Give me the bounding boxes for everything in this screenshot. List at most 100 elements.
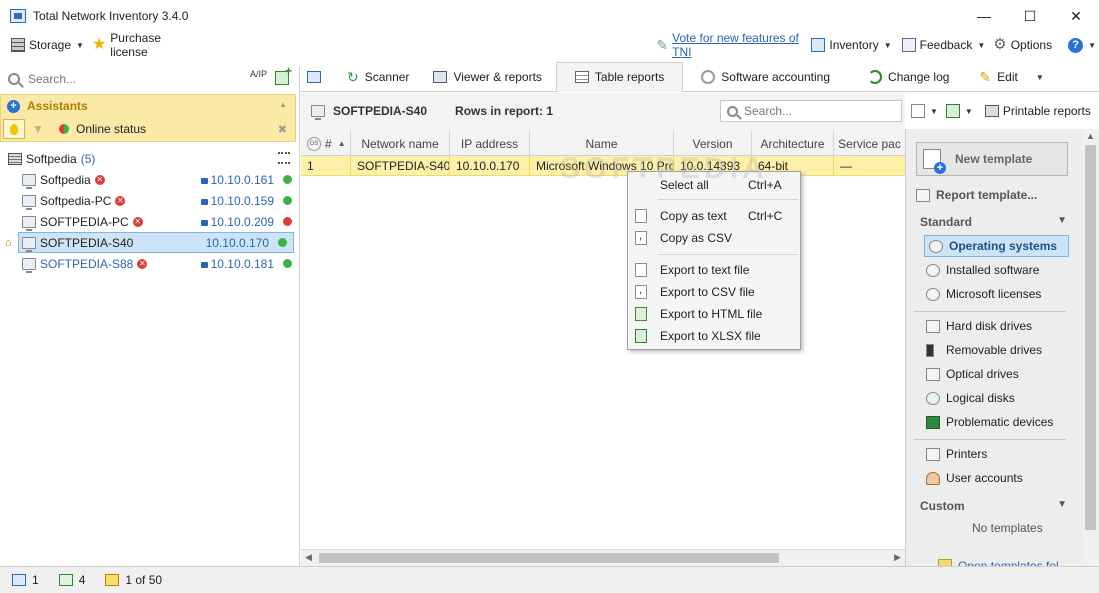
search-icon — [8, 73, 20, 85]
scrollbar-thumb[interactable] — [319, 553, 779, 563]
software-disc-icon — [926, 263, 940, 277]
template-removable-drives[interactable]: Removable drives — [926, 339, 1042, 361]
minimize-button[interactable]: — — [961, 0, 1007, 32]
text-file-icon — [635, 209, 647, 223]
csv-icon — [635, 230, 647, 245]
template-icon — [916, 188, 930, 202]
tab-scanner[interactable]: ↻ Scanner — [337, 63, 419, 91]
template-installed-software[interactable]: Installed software — [926, 259, 1039, 281]
tree-options-icon[interactable] — [278, 152, 290, 164]
close-button[interactable]: ✕ — [1053, 0, 1099, 32]
scroll-up-icon[interactable]: ▲ — [1086, 131, 1095, 141]
column-header-service-pack[interactable]: Service pac — [834, 131, 905, 156]
feedback-menu[interactable]: Feedback ▼ — [899, 34, 989, 56]
tree-node[interactable]: Softpedia-PC ✕ 10.10.0.159 — [0, 190, 300, 211]
computer-icon — [22, 257, 36, 273]
chevron-down-icon: ▼ — [883, 40, 892, 50]
template-microsoft-licenses[interactable]: Microsoft licenses — [926, 283, 1041, 305]
template-printers[interactable]: Printers — [926, 443, 987, 465]
template-user-accounts[interactable]: User accounts — [926, 467, 1023, 489]
report-template-button[interactable]: Report template... — [916, 184, 1037, 206]
collapse-triangle-icon[interactable]: ▼ — [1057, 499, 1067, 510]
tab-viewer-reports[interactable]: Viewer & reports — [423, 63, 551, 91]
tab-edit[interactable]: ✎ Edit ▼ — [969, 63, 1053, 91]
feather-icon: ✎ — [656, 36, 669, 53]
assistants-header[interactable]: + Assistants — [1, 95, 295, 117]
close-icon[interactable]: ✖ — [278, 123, 287, 136]
tab-change-log[interactable]: Change log — [858, 63, 959, 91]
horizontal-scrollbar[interactable]: ◀ ▶ — [301, 549, 905, 566]
template-hard-disk-drives[interactable]: Hard disk drives — [926, 315, 1032, 337]
column-header-ip-address[interactable]: IP address — [450, 131, 530, 156]
menu-item-select-all[interactable]: Select all Ctrl+A — [628, 174, 800, 196]
column-header-network-name[interactable]: Network name — [351, 131, 450, 156]
status-pages: 1 of 50 — [105, 573, 162, 587]
template-logical-disks[interactable]: Logical disks — [926, 387, 1015, 409]
html-file-icon — [635, 307, 647, 321]
computer-icon — [22, 194, 36, 210]
search-icon — [727, 105, 738, 117]
collapse-icon[interactable]: ▲ — [279, 100, 287, 109]
column-header-version[interactable]: Version — [674, 131, 752, 156]
vote-features-link[interactable]: ✎ Vote for new features of TNI — [653, 31, 804, 59]
new-template-button[interactable]: New template — [916, 142, 1068, 176]
main-tabs: ↻ Scanner Viewer & reports Table reports… — [301, 62, 1099, 92]
lightbulb-button[interactable] — [3, 119, 25, 139]
help-menu[interactable]: ? ▼ — [1065, 34, 1099, 56]
tab-home[interactable] — [301, 63, 331, 91]
add-node-icon[interactable] — [275, 64, 292, 85]
scroll-left-icon[interactable]: ◀ — [305, 552, 312, 563]
tab-software-accounting[interactable]: Software accounting — [691, 63, 840, 91]
menu-item-export-csv[interactable]: Export to CSV file — [628, 281, 800, 303]
chevron-down-icon[interactable]: ▼ — [965, 107, 973, 116]
menu-item-copy-as-text[interactable]: Copy as text Ctrl+C — [628, 205, 800, 227]
text-file-icon — [635, 263, 647, 277]
tree-node[interactable]: SOFTPEDIA-PC ✕ 10.10.0.209 — [0, 211, 300, 232]
column-header-name[interactable]: Name — [530, 131, 674, 156]
menu-item-export-text[interactable]: Export to text file — [628, 259, 800, 281]
menu-item-export-xlsx[interactable]: Export to XLSX file — [628, 325, 800, 347]
storage-menu[interactable]: Storage ▼ — [8, 34, 87, 56]
computer-icon — [22, 173, 36, 189]
chevron-down-icon[interactable]: ▼ — [930, 107, 938, 116]
tree-node-selected[interactable]: ⌂ SOFTPEDIA-S40 10.10.0.170 — [5, 232, 294, 253]
context-menu: Select all Ctrl+A Copy as text Ctrl+C Co… — [627, 171, 801, 350]
tree-node[interactable]: Softpedia ✕ 10.10.0.161 — [0, 169, 300, 190]
table-row[interactable]: 1 SOFTPEDIA-S40 10.10.0.170 Microsoft Wi… — [301, 156, 905, 176]
help-icon: ? — [1068, 37, 1084, 53]
menu-item-copy-as-csv[interactable]: Copy as CSV — [628, 227, 800, 249]
scrollbar-thumb[interactable] — [1085, 145, 1096, 530]
storage-icon — [8, 152, 22, 165]
online-status-label[interactable]: Online status — [76, 122, 146, 136]
tree-node[interactable]: SOFTPEDIA-S88 ✕ 10.10.0.181 — [0, 253, 300, 274]
export-excel-icon[interactable] — [945, 104, 960, 118]
report-search-input[interactable] — [744, 104, 884, 118]
options-button[interactable]: ⚙ Options — [990, 34, 1055, 56]
tab-table-reports[interactable]: Table reports — [555, 62, 684, 92]
node-name: Softpedia-PC — [40, 193, 112, 208]
sort-toggle-icon[interactable]: A/IP — [250, 70, 267, 79]
printable-reports-button[interactable]: Printable reports — [1003, 104, 1091, 118]
divider — [914, 439, 1066, 440]
tree-root-softpedia[interactable]: Softpedia (5) — [0, 148, 300, 169]
purchase-license-button[interactable]: ★ Purchase license — [89, 31, 191, 59]
column-header-index[interactable]: OS # ▲ — [301, 131, 351, 156]
tree-search-input[interactable] — [28, 72, 228, 86]
chevron-down-icon: ▼ — [977, 40, 986, 50]
vertical-scrollbar[interactable]: ▲ ▼ — [1082, 129, 1099, 593]
template-operating-systems[interactable]: Operating systems — [924, 235, 1069, 257]
scroll-right-icon[interactable]: ▶ — [894, 552, 901, 563]
filter-button[interactable]: ▼ — [27, 119, 49, 139]
menu-item-export-html[interactable]: Export to HTML file — [628, 303, 800, 325]
maximize-button[interactable]: ☐ — [1007, 0, 1053, 32]
template-problematic-devices[interactable]: Problematic devices — [926, 411, 1053, 433]
node-ip: 10.10.0.170 — [205, 235, 269, 250]
template-optical-drives[interactable]: Optical drives — [926, 363, 1019, 385]
inventory-menu[interactable]: Inventory ▼ — [808, 34, 894, 56]
tree-search-bar: A/IP — [0, 64, 299, 92]
copy-icon[interactable] — [911, 104, 925, 118]
column-header-architecture[interactable]: Architecture — [752, 131, 834, 156]
chevron-down-icon: ▼ — [1035, 72, 1044, 82]
collapse-triangle-icon[interactable]: ▼ — [1057, 215, 1067, 226]
lock-icon — [200, 261, 208, 268]
